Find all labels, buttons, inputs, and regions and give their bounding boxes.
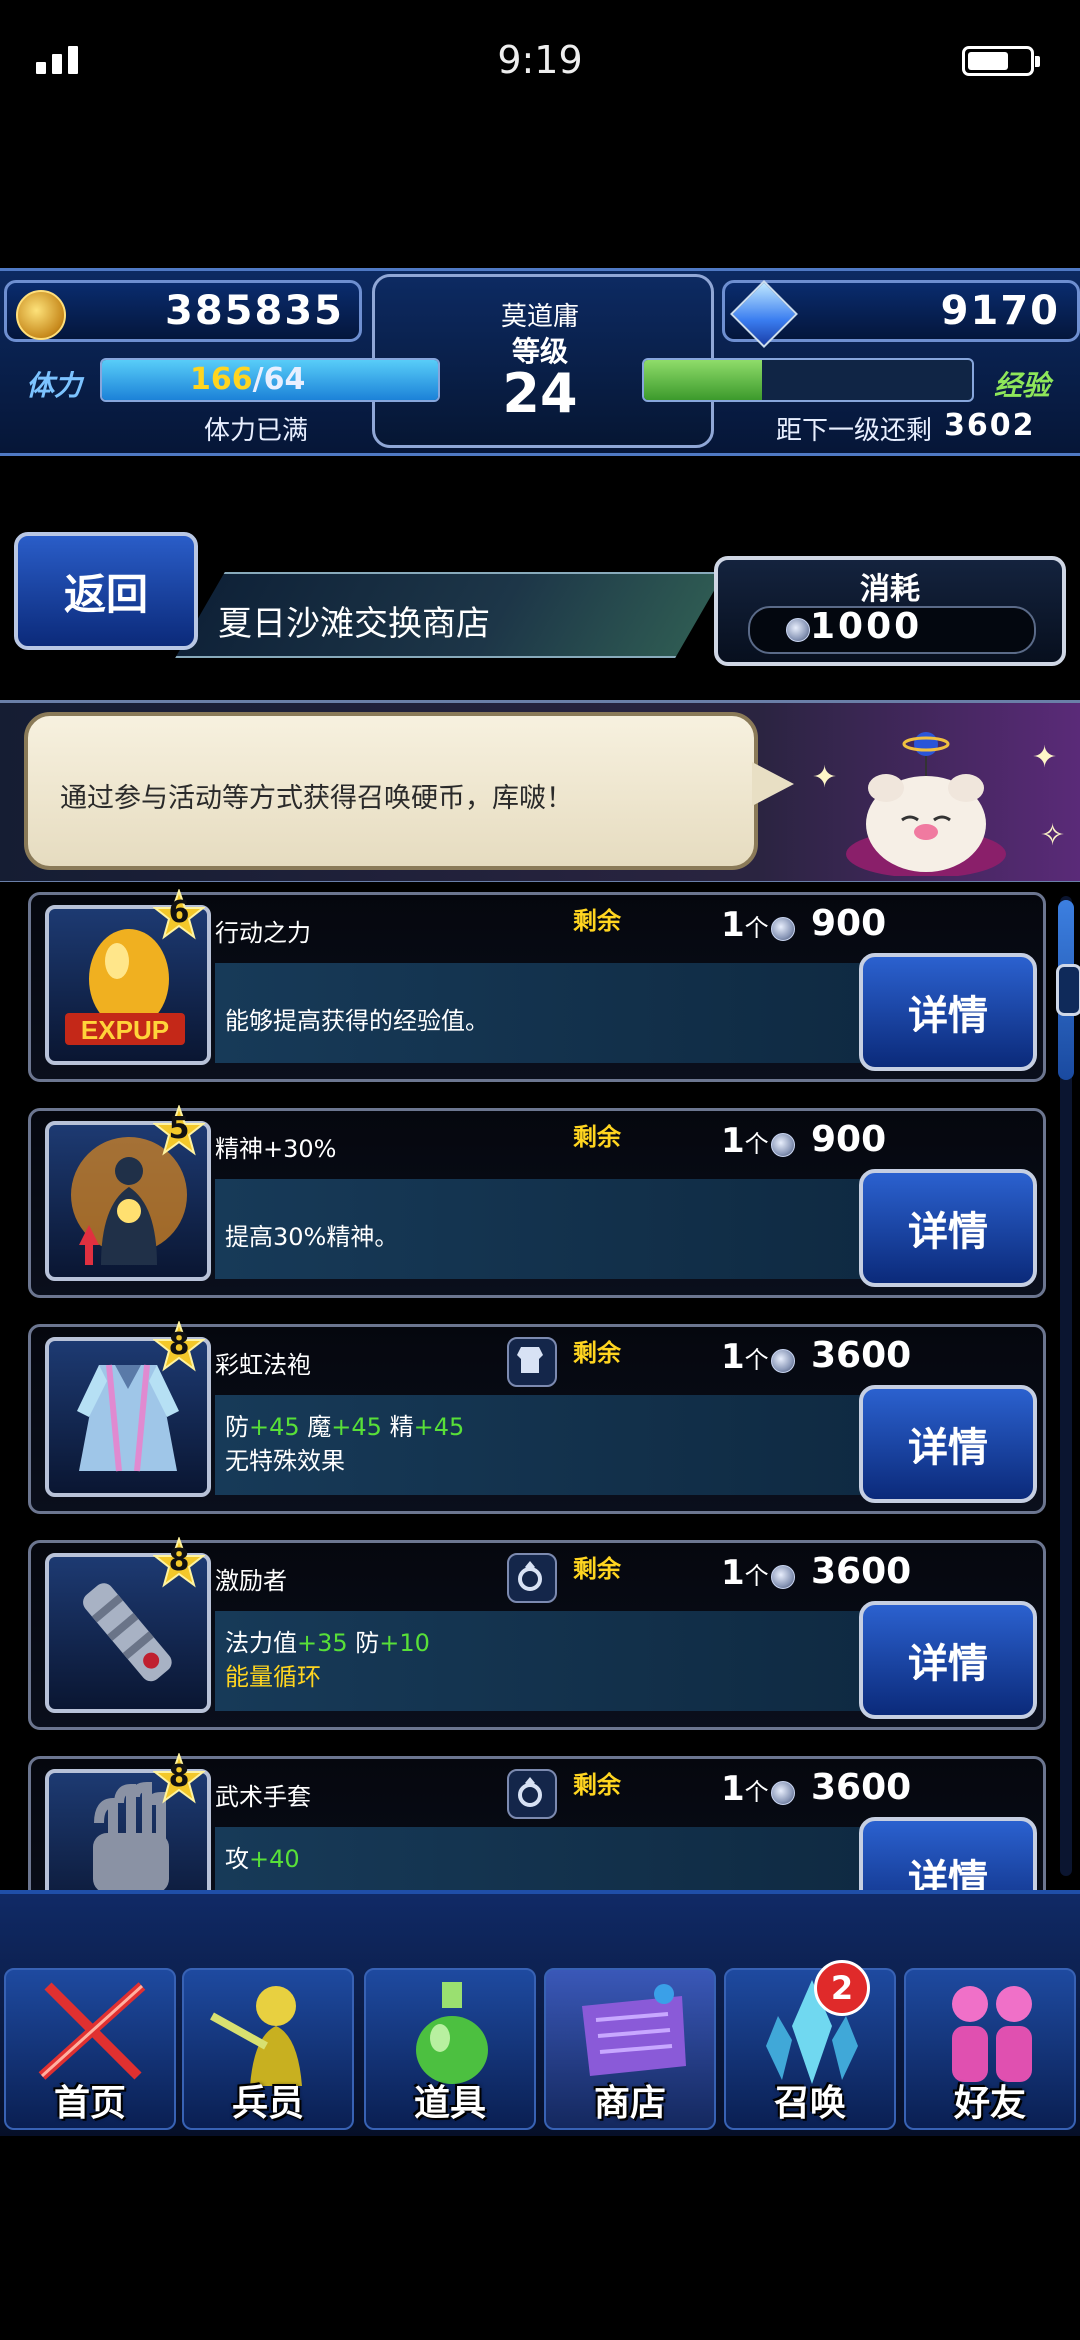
rarity-number: 5 [168,1111,190,1146]
item-effect: 无特殊效果 [225,1447,345,1475]
sparkle-icon: ✦ [1032,740,1058,775]
item-price: 3600 [811,1767,912,1808]
item-name: 行动之力 [215,919,311,947]
summon-coin-icon [786,618,810,642]
item-description: 能够提高获得的经验值。 [225,1007,489,1035]
sparkle-icon: ✦ [812,760,838,795]
item-price: 3600 [811,1335,912,1376]
item-quantity: 1个 [721,1337,769,1377]
item-name: 精神+30% [215,1135,337,1163]
rarity-number: 8 [168,1543,190,1578]
back-button[interactable]: 返回 [14,532,198,650]
battery-icon [962,46,1040,76]
remaining-label: 剩余 [573,1555,621,1583]
status-bar: 9:19 [0,0,1080,130]
rarity-number: 6 [168,895,190,930]
summon-coin-icon [771,1133,795,1157]
detail-button[interactable]: 详情 [859,1385,1037,1503]
exp-next-value: 3602 [944,408,1036,443]
sparkle-icon: ✧ [1040,818,1066,853]
warrior-icon [210,1986,302,2086]
cost-value: 1000 [810,606,923,647]
item-price: 3600 [811,1551,912,1592]
exp-bar [642,358,974,402]
accessory-slot-icon [507,1769,557,1819]
nav-items-label: 道具 [413,2083,486,2124]
stamina-readout: 166/64 [190,362,306,397]
nav-shop-label: 商店 [593,2083,666,2124]
remaining-label: 剩余 [573,1771,621,1799]
gil-value: 385835 [165,288,344,334]
list-item: 8 彩虹法袍 剩余 1个 3600 防+45 魔+45 精+45 无特殊效果 详… [28,1321,1046,1514]
item-quantity: 1个 [721,1121,769,1161]
shop-cart-icon [582,1984,686,2076]
remaining-label: 剩余 [573,1339,621,1367]
detail-button[interactable]: 详情 [859,1169,1037,1287]
detail-button[interactable]: 详情 [859,1601,1037,1719]
detail-button[interactable]: 详情 [859,1817,1037,1890]
item-description-area [215,1827,871,1890]
item-description: 提高30%精神。 [225,1223,399,1251]
item-stats: 防+45 魔+45 精+45 [225,1413,465,1441]
summon-notification-badge: 2 [814,1960,870,2016]
stamina-label: 体力 [26,369,83,402]
player-name: 莫道庸 [500,302,579,332]
remaining-label: 剩余 [573,907,621,935]
moogle-icon [846,732,1006,876]
summon-coin-icon [771,1349,795,1373]
item-name: 激励者 [215,1567,287,1595]
item-price: 900 [811,903,887,944]
gil-coin-icon [16,290,66,340]
item-name: 彩虹法袍 [215,1351,311,1379]
item-list[interactable]: EXPUP 6 行动之力 剩余 1个 900 能够提高获得的经验值。 详情 5 … [0,882,1080,1890]
stamina-status: 体力已满 [204,416,309,446]
crossed-swords-icon [38,1982,146,2080]
exp-bar-fill [644,360,763,400]
item-quantity: 1个 [721,1553,769,1593]
list-item: 8 武术手套 剩余 1个 3600 攻+40 详情 [28,1753,1046,1890]
speech-bubble-tail [752,762,794,806]
gem-value: 9170 [940,288,1060,334]
nav-units-label: 兵员 [231,2083,304,2124]
item-name: 武术手套 [215,1783,311,1811]
nav-friends-label: 好友 [953,2083,1026,2124]
summon-coin-icon [771,917,795,941]
potion-icon [416,1982,488,2084]
item-quantity: 1个 [721,1769,769,1809]
nav-summon-label: 召唤 [773,2083,846,2124]
shop-title: 夏日沙滩交换商店 [218,604,490,644]
list-item: EXPUP 6 行动之力 剩余 1个 900 能够提高获得的经验值。 详情 [28,889,1046,1082]
scrollbar-knob[interactable] [1056,964,1080,1016]
item-effect: 能量循环 [225,1663,321,1691]
remaining-label: 剩余 [573,1123,621,1151]
friends-icon [952,1986,1032,2082]
status-time: 9:19 [497,38,583,82]
nav-home-label: 首页 [53,2083,126,2124]
rarity-number: 8 [168,1327,190,1362]
svg-text:EXPUP: EXPUP [81,1015,169,1045]
cost-label: 消耗 [860,572,920,607]
exp-label: 经验 [994,369,1051,402]
list-item: 5 精神+30% 剩余 1个 900 提高30%精神。 详情 [28,1105,1046,1298]
detail-button[interactable]: 详情 [859,953,1037,1071]
summon-coin-icon [771,1565,795,1589]
armor-slot-icon [507,1337,557,1387]
exp-next-label: 距下一级还剩 [776,416,933,446]
list-item: 8 激励者 剩余 1个 3600 法力值+35 防+10 能量循环 详情 [28,1537,1046,1730]
item-quantity: 1个 [721,905,769,945]
item-stats: 攻+40 [225,1845,300,1873]
banner-message: 通过参与活动等方式获得召唤硬币，库啵！ [60,783,573,814]
summon-coin-icon [771,1781,795,1805]
rarity-number: 8 [168,1759,190,1794]
accessory-slot-icon [507,1553,557,1603]
item-price: 900 [811,1119,887,1160]
item-stats: 法力值+35 防+10 [225,1629,430,1657]
